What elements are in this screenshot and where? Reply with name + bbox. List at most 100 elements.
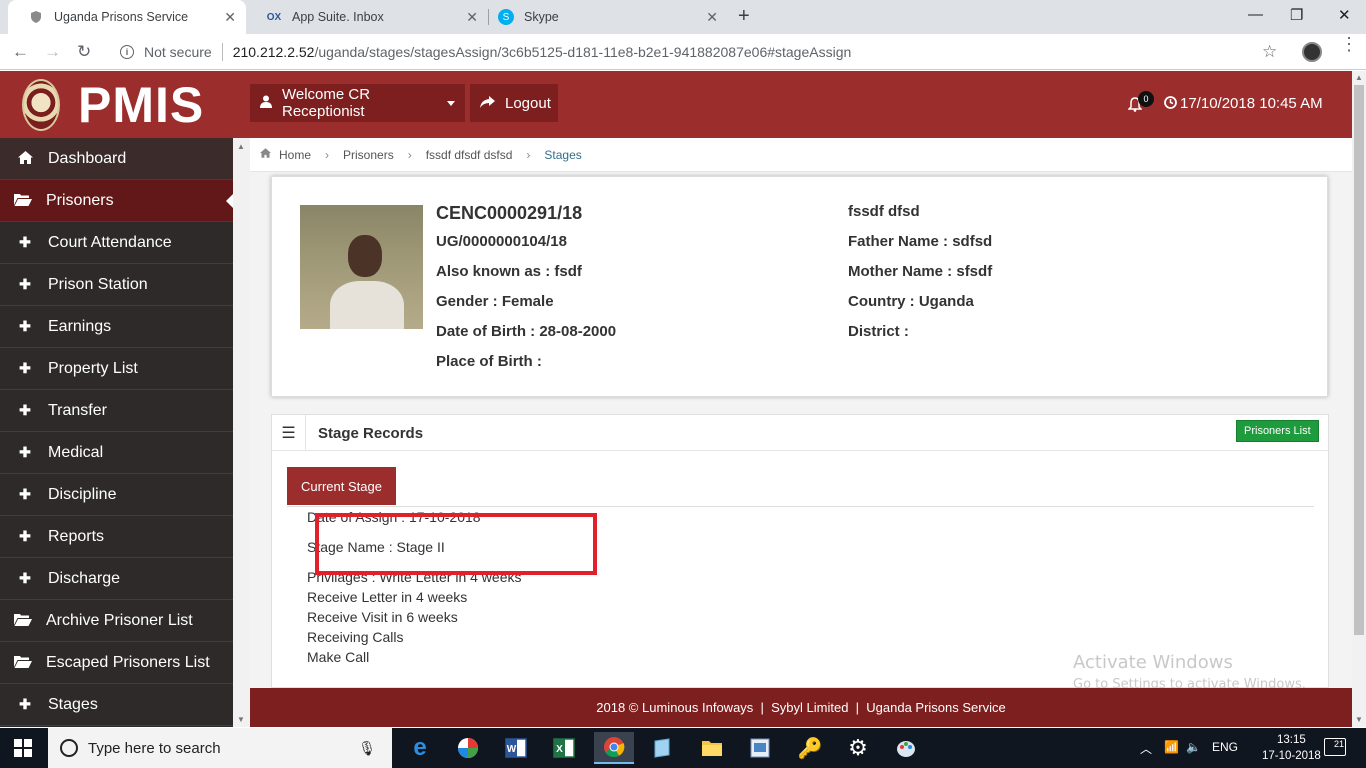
footer-link-luminous[interactable]: Luminous Infoways: [642, 700, 753, 715]
sidebar-item-medical[interactable]: ✚ Medical: [0, 432, 233, 474]
current-stage-tab[interactable]: Current Stage: [287, 467, 396, 505]
photo-body-shape: [330, 281, 404, 329]
breadcrumb-home[interactable]: Home: [279, 148, 311, 162]
image-viewer-icon[interactable]: [740, 732, 780, 764]
sidebar-item-property-list[interactable]: ✚ Property List: [0, 348, 233, 390]
volume-icon[interactable]: 🔈: [1186, 740, 1201, 754]
bookmark-star-icon[interactable]: ☆: [1262, 42, 1277, 62]
sidebar-item-transfer[interactable]: ✚ Transfer: [0, 390, 233, 432]
hamburger-menu-icon[interactable]: ☰: [272, 415, 306, 451]
reload-icon[interactable]: ↻: [77, 42, 91, 62]
clock-time: 13:15: [1277, 734, 1306, 746]
tab-app-suite[interactable]: OX App Suite. Inbox ✕: [246, 0, 488, 34]
sidebar-item-label: Escaped Prisoners List: [46, 653, 210, 671]
scroll-down-icon[interactable]: ▼: [1355, 715, 1363, 724]
info-icon[interactable]: i: [120, 45, 134, 59]
close-tab-icon[interactable]: ✕: [224, 9, 236, 26]
logout-button[interactable]: Logout: [470, 84, 558, 122]
chrome-icon[interactable]: [594, 732, 634, 764]
privilege-item: Make Call: [307, 649, 370, 665]
plus-icon: ✚: [19, 276, 31, 292]
excel-icon[interactable]: X: [544, 732, 584, 764]
plus-icon: ✚: [19, 444, 31, 460]
paint-icon[interactable]: [886, 732, 926, 764]
privilege-item: Receive Visit in 6 weeks: [307, 609, 458, 625]
app-footer: 2018 © Luminous Infoways | Sybyl Limited…: [250, 688, 1352, 727]
search-placeholder: Type here to search: [88, 739, 221, 757]
maximize-button[interactable]: ❐: [1290, 6, 1303, 24]
sidebar-scrollbar[interactable]: ▲ ▼: [233, 138, 250, 727]
browser-menu-icon[interactable]: ⋮: [1340, 35, 1358, 53]
minimize-button[interactable]: —: [1248, 6, 1263, 23]
sidebar-item-label: Reports: [48, 527, 105, 545]
microphone-icon[interactable]: 🎙: [358, 740, 376, 757]
sidebar-item-label: Property List: [48, 359, 138, 377]
sidebar-item-label: Discipline: [48, 485, 117, 503]
prisoners-list-button[interactable]: Prisoners List: [1236, 420, 1319, 442]
ug-number: UG/0000000104/18: [436, 233, 567, 250]
sidebar-item-prisoners[interactable]: Prisoners: [0, 180, 233, 222]
chevron-right-icon: ›: [407, 147, 412, 162]
notes-app-icon[interactable]: [642, 732, 682, 764]
prisoner-photo: [300, 205, 423, 329]
prisons-emblem-icon: [22, 78, 60, 131]
footer-link-uganda-prisons[interactable]: Uganda Prisons Service: [866, 700, 1005, 715]
place-of-birth: Place of Birth :: [436, 353, 542, 370]
country: Country : Uganda: [848, 293, 974, 310]
sidebar-item-discharge[interactable]: ✚ Discharge: [0, 558, 233, 600]
logo-text: PMIS: [78, 76, 205, 133]
welcome-user-dropdown[interactable]: Welcome CR Receptionist: [250, 84, 465, 122]
home-icon: [16, 150, 34, 167]
close-window-button[interactable]: ✕: [1338, 6, 1351, 24]
picasa-icon[interactable]: [448, 732, 488, 764]
breadcrumb-prisoner-name[interactable]: fssdf dfsdf dsfsd: [426, 148, 513, 162]
scroll-down-icon[interactable]: ▼: [237, 715, 245, 724]
extension-icon[interactable]: [1302, 42, 1322, 62]
sidebar-item-earnings[interactable]: ✚ Earnings: [0, 306, 233, 348]
sidebar-item-dashboard[interactable]: Dashboard: [0, 138, 233, 180]
sidebar-item-stages[interactable]: ✚ Stages: [0, 684, 233, 726]
close-tab-icon[interactable]: ✕: [706, 9, 718, 26]
new-tab-button[interactable]: +: [738, 5, 750, 28]
svg-text:W: W: [507, 744, 517, 755]
sidebar-item-escaped-prisoners-list[interactable]: Escaped Prisoners List: [0, 642, 233, 684]
forward-arrow-icon[interactable]: →: [44, 42, 61, 62]
network-icon[interactable]: 📶: [1164, 740, 1179, 754]
scroll-up-icon[interactable]: ▲: [1355, 73, 1363, 82]
photo-head-shape: [348, 235, 382, 277]
word-icon[interactable]: W: [496, 732, 536, 764]
page-scrollbar[interactable]: ▲ ▼: [1352, 71, 1366, 727]
taskbar-clock[interactable]: 13:15 17-10-2018: [1262, 732, 1321, 764]
sidebar-item-label: Prisoners: [46, 191, 114, 209]
scrollbar-thumb[interactable]: [1354, 85, 1364, 635]
not-secure-label: Not secure: [144, 44, 212, 60]
scroll-up-icon[interactable]: ▲: [237, 142, 245, 151]
back-arrow-icon[interactable]: ←: [12, 42, 29, 62]
caret-down-icon: [447, 100, 455, 106]
show-hidden-icons-chevron[interactable]: ︿: [1140, 740, 1152, 757]
sidebar-item-court-attendance[interactable]: ✚ Court Attendance: [0, 222, 233, 264]
tab-uganda-prisons[interactable]: Uganda Prisons Service ✕: [8, 0, 246, 34]
close-tab-icon[interactable]: ✕: [466, 9, 478, 26]
input-language[interactable]: ENG: [1212, 740, 1238, 754]
footer-link-sybyl[interactable]: Sybyl Limited: [771, 700, 848, 715]
file-explorer-icon[interactable]: [692, 732, 732, 764]
url-field[interactable]: i Not secure 210.212.2.52 /uganda/stages…: [110, 39, 1294, 65]
key-icon[interactable]: 🔑: [790, 732, 830, 764]
sidebar-item-reports[interactable]: ✚ Reports: [0, 516, 233, 558]
action-center-icon[interactable]: 21: [1324, 738, 1346, 756]
stage-records-panel: ☰ Stage Records Prisoners List Current S…: [271, 414, 1329, 688]
taskbar-search-box[interactable]: Type here to search 🎙: [48, 728, 392, 768]
edge-icon[interactable]: e: [400, 732, 440, 764]
breadcrumb-stages: Stages: [544, 147, 582, 162]
sidebar-item-discipline[interactable]: ✚ Discipline: [0, 474, 233, 516]
sidebar-item-prison-station[interactable]: ✚ Prison Station: [0, 264, 233, 306]
tab-title: Skype: [524, 10, 559, 24]
chevron-right-icon: ›: [325, 147, 330, 162]
logo-area[interactable]: PMIS: [0, 71, 233, 138]
settings-gear-icon[interactable]: ⚙: [838, 732, 878, 764]
tab-skype[interactable]: S Skype ✕: [486, 0, 728, 34]
windows-start-icon[interactable]: [14, 739, 32, 757]
sidebar-item-archive-prisoner-list[interactable]: Archive Prisoner List: [0, 600, 233, 642]
breadcrumb-prisoners[interactable]: Prisoners: [343, 148, 394, 162]
